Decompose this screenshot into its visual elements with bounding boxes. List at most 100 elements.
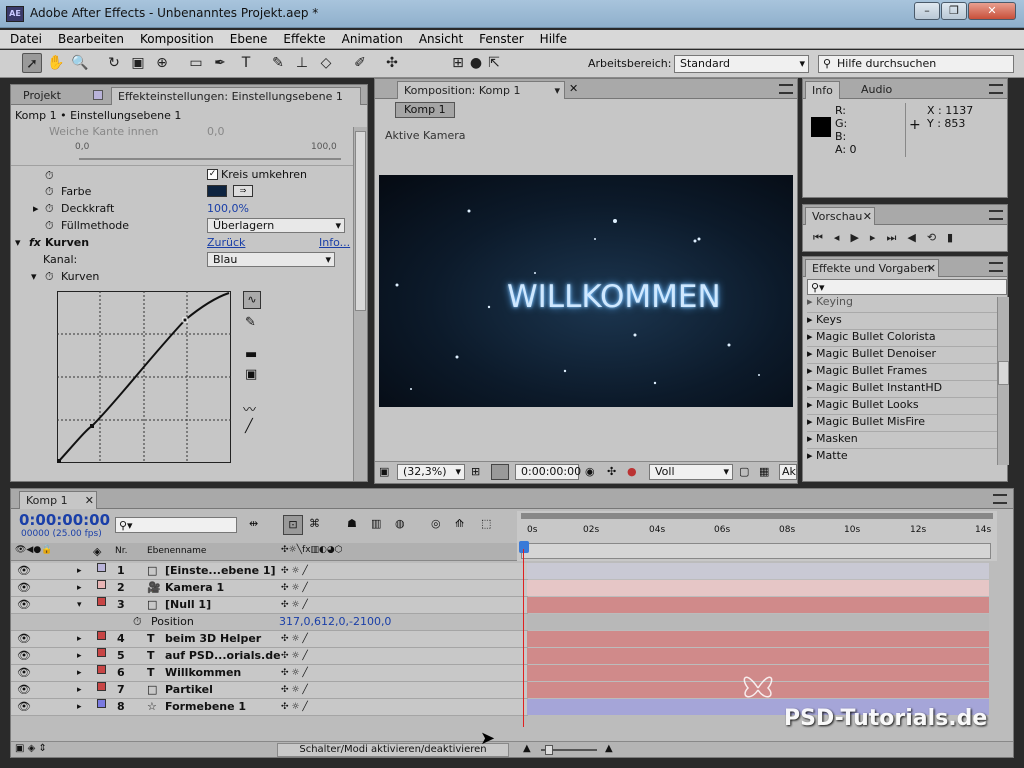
label-color-swatch[interactable] [97,665,106,674]
time-navigator[interactable] [521,543,991,559]
axis-view-icon[interactable]: ⇱ [484,53,504,73]
effects-scrollbar[interactable] [997,297,1009,465]
collapse-arrow-icon[interactable]: ▾ [15,234,21,251]
draft-3d-icon[interactable]: ⌘ [309,517,320,530]
list-item[interactable]: ▸ Masken [807,431,997,445]
table-row[interactable]: 👁 ▸ 7 □ Partikel ✣ ☼ ╱ [11,682,528,699]
brush-tool-icon[interactable]: ✎ [268,53,288,73]
layer-duration-bar[interactable] [527,563,989,579]
expand-arrow-icon[interactable]: ▸ [33,200,39,217]
table-row[interactable]: 👁 ▸ 8 ☆ Formebene 1 ✣ ☼ ╱ [11,699,528,716]
play-icon[interactable]: ▶ [850,231,869,244]
visibility-eye-icon[interactable]: 👁 [17,580,31,596]
list-item[interactable]: ▸ Magic Bullet Denoiser [807,346,997,360]
invert-checkbox[interactable]: ✓ [207,169,218,180]
expand-arrow-icon[interactable]: ▸ [77,648,82,664]
layer-search-input[interactable]: ⚲▾ [115,517,237,533]
axis-world-icon[interactable]: ● [466,53,486,73]
resolution-select[interactable]: Voll ▾ [649,464,733,480]
expand-arrow-icon[interactable]: ▸ [77,580,82,596]
stopwatch-icon[interactable]: ⏱ [45,200,54,217]
collapse-arrow-icon[interactable]: ▾ [31,268,37,285]
curves-graph[interactable] [57,291,231,463]
layer-name[interactable]: [Einste...ebene 1] [165,563,276,579]
expand-arrow-icon[interactable]: ▸ [77,699,82,715]
layer-switches-icon[interactable]: ✣ ☼ ╱ [281,563,308,579]
last-frame-icon[interactable]: ⏭ [886,231,907,244]
effect-controls-scrollbar[interactable] [353,127,367,481]
reset-link[interactable]: Zurück [207,234,245,251]
pan-behind-tool-icon[interactable]: ⊕ [152,53,172,73]
label-color-swatch[interactable] [97,580,106,589]
close-icon[interactable]: ✕ [569,82,578,95]
axis-local-icon[interactable]: ⊞ [448,53,468,73]
loop-icon[interactable]: ⟲ [927,231,947,244]
zoom-out-icon[interactable]: ▲ [523,743,531,754]
visibility-eye-icon[interactable]: 👁 [17,682,31,698]
menu-animation[interactable]: Animation [332,30,409,49]
list-item[interactable]: ▸ Magic Bullet Looks [807,397,997,411]
list-item[interactable]: ▸ Magic Bullet Colorista [807,329,997,343]
puppet-tool-icon[interactable]: ✣ [382,53,402,73]
table-row[interactable]: 👁 ▸ 6 T Willkommen ✣ ☼ ╱ [11,665,528,682]
tab-audio[interactable]: Audio [855,81,898,99]
layer-switches-icon[interactable]: ✣ ☼ ╱ [281,597,308,613]
rotate-tool-icon[interactable]: ↻ [104,53,124,73]
visibility-eye-icon[interactable]: 👁 [17,563,31,579]
panel-menu-icon[interactable] [989,262,1003,272]
live-update-icon[interactable]: ⊡ [283,515,303,535]
stopwatch-icon[interactable]: ⏱ [45,183,54,200]
menu-ebene[interactable]: Ebene [220,30,274,49]
visibility-eye-icon[interactable]: 👁 [17,597,31,613]
layer-switches-icon[interactable]: ✣ ☼ ╱ [281,665,308,681]
selection-tool-icon[interactable]: ➚ [22,53,42,73]
list-item[interactable]: ▸ Keys [807,312,997,326]
frame-blending-icon[interactable]: ▥ [371,517,381,530]
timeline-timecode[interactable]: 0:00:00:00 [19,511,110,529]
time-ruler[interactable]: 0s 02s 04s 06s 08s 10s 12s 14s [517,511,997,561]
region-icon[interactable]: ▢ [739,465,749,478]
expand-arrow-icon[interactable]: ▸ [77,682,82,698]
label-color-swatch[interactable] [97,648,106,657]
visibility-eye-icon[interactable]: 👁 [17,648,31,664]
camera-tool-icon[interactable]: ▣ [128,53,148,73]
visibility-eye-icon[interactable]: 👁 [17,699,31,715]
tab-info[interactable]: Info [805,81,840,99]
menu-effekte[interactable]: Effekte [273,30,331,49]
table-row[interactable]: 👁 ▸ 1 □ [Einste...ebene 1] ✣ ☼ ╱ [11,563,528,580]
info-link[interactable]: Info... [319,234,350,251]
fx-icon[interactable]: fx [29,234,41,251]
graph-editor-icon[interactable]: ⬚ [481,517,491,530]
layer-name[interactable]: beim 3D Helper [165,631,261,647]
visibility-eye-icon[interactable]: 👁 [17,631,31,647]
folder-open-icon[interactable]: ▬ [245,347,257,362]
tab-effects-presets[interactable]: Effekte und Vorgaben ✕ [805,259,939,277]
visibility-eye-icon[interactable]: 👁 [17,665,31,681]
current-time-indicator[interactable] [523,549,524,727]
layer-duration-bar[interactable] [527,631,989,647]
ram-preview-icon[interactable]: ▮ [947,231,964,244]
clone-tool-icon[interactable]: ⊥ [292,53,312,73]
hand-tool-icon[interactable]: ✋ [46,53,66,73]
footer-toggles-icon[interactable]: ▣ ◈ ⇕ [15,743,47,754]
expand-arrow-icon[interactable]: ▸ [77,563,82,579]
table-row[interactable]: 👁 ▸ 5 Tauf PSD...orials.de ✣ ☼ ╱ [11,648,528,665]
scrollbar-thumb[interactable] [998,361,1009,385]
layer-name[interactable]: Formebene 1 [165,699,246,715]
layer-switches-icon[interactable]: ✣ ☼ ╱ [281,699,308,715]
roto-brush-icon[interactable]: ✐ [350,53,370,73]
text-tool-icon[interactable]: T [236,53,256,73]
show-channel-icon[interactable]: ✣ [607,465,616,478]
audio-icon[interactable]: ◀ [907,231,926,244]
toggle-switches-modes-button[interactable]: Schalter/Modi aktivieren/deaktivieren [277,743,509,757]
tab-project[interactable]: Projekt [17,87,67,105]
menu-datei[interactable]: Datei [0,30,48,49]
linear-icon[interactable]: ╱ [245,419,253,434]
rectangle-tool-icon[interactable]: ▭ [186,53,206,73]
curve-tool-icon[interactable]: ∿ [243,291,261,309]
help-search-input[interactable]: ⚲ Hilfe durchsuchen [818,55,1014,73]
eyedropper-icon[interactable]: ⇒ [233,185,253,197]
comp-button[interactable]: Komp 1 [395,102,455,118]
list-item[interactable]: ▸ Matte [807,448,997,462]
menu-ansicht[interactable]: Ansicht [409,30,469,49]
